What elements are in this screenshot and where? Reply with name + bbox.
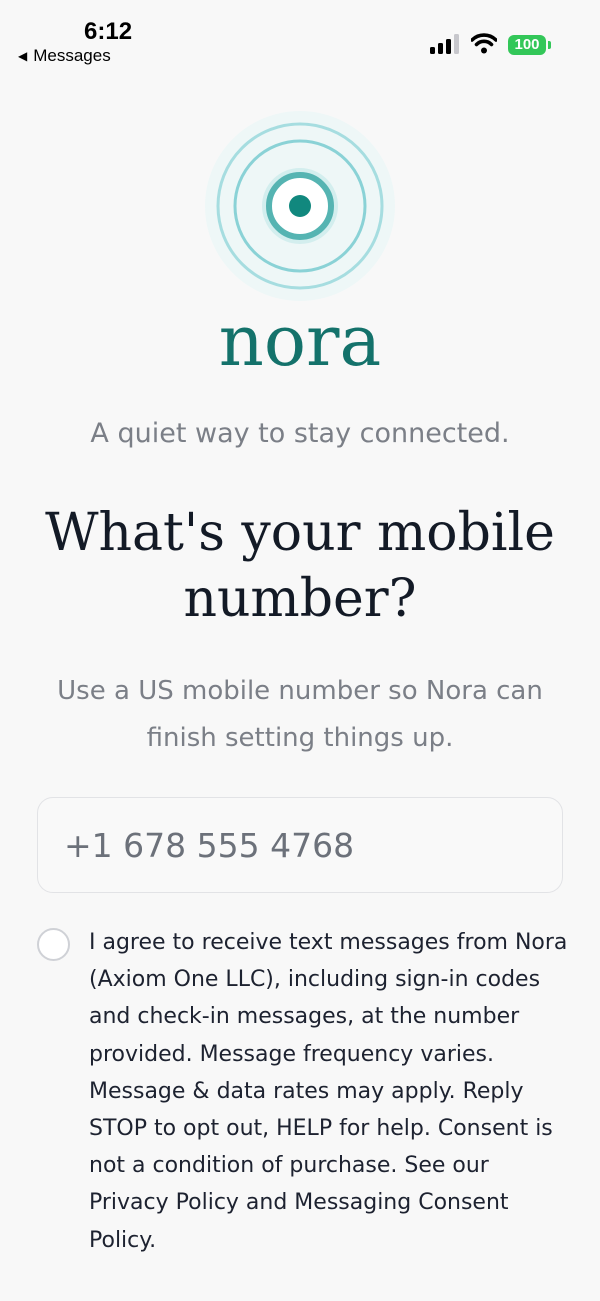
nora-logo-icon: [205, 111, 395, 301]
consent-checkbox[interactable]: [37, 928, 70, 961]
back-triangle-icon: ◀: [18, 49, 28, 63]
page-title: What's your mobile number?: [45, 503, 555, 629]
battery-tip: [548, 41, 551, 49]
back-to-messages[interactable]: ◀ Messages: [18, 46, 111, 66]
cellular-signal-icon: [430, 34, 459, 54]
page-subtitle: Use a US mobile number so Nora can finis…: [57, 676, 543, 753]
brand-tagline: A quiet way to stay connected.: [90, 418, 510, 449]
status-bar: 6:12 ◀ Messages 100: [0, 0, 600, 70]
phone-number-input[interactable]: [37, 797, 563, 893]
back-label: Messages: [33, 46, 111, 65]
battery-icon: 100: [508, 35, 546, 55]
brand-wordmark: nora: [218, 300, 382, 382]
status-time: 6:12: [84, 18, 133, 45]
consent-text: I agree to receive text messages from No…: [89, 930, 568, 1253]
wifi-icon: [471, 33, 497, 54]
